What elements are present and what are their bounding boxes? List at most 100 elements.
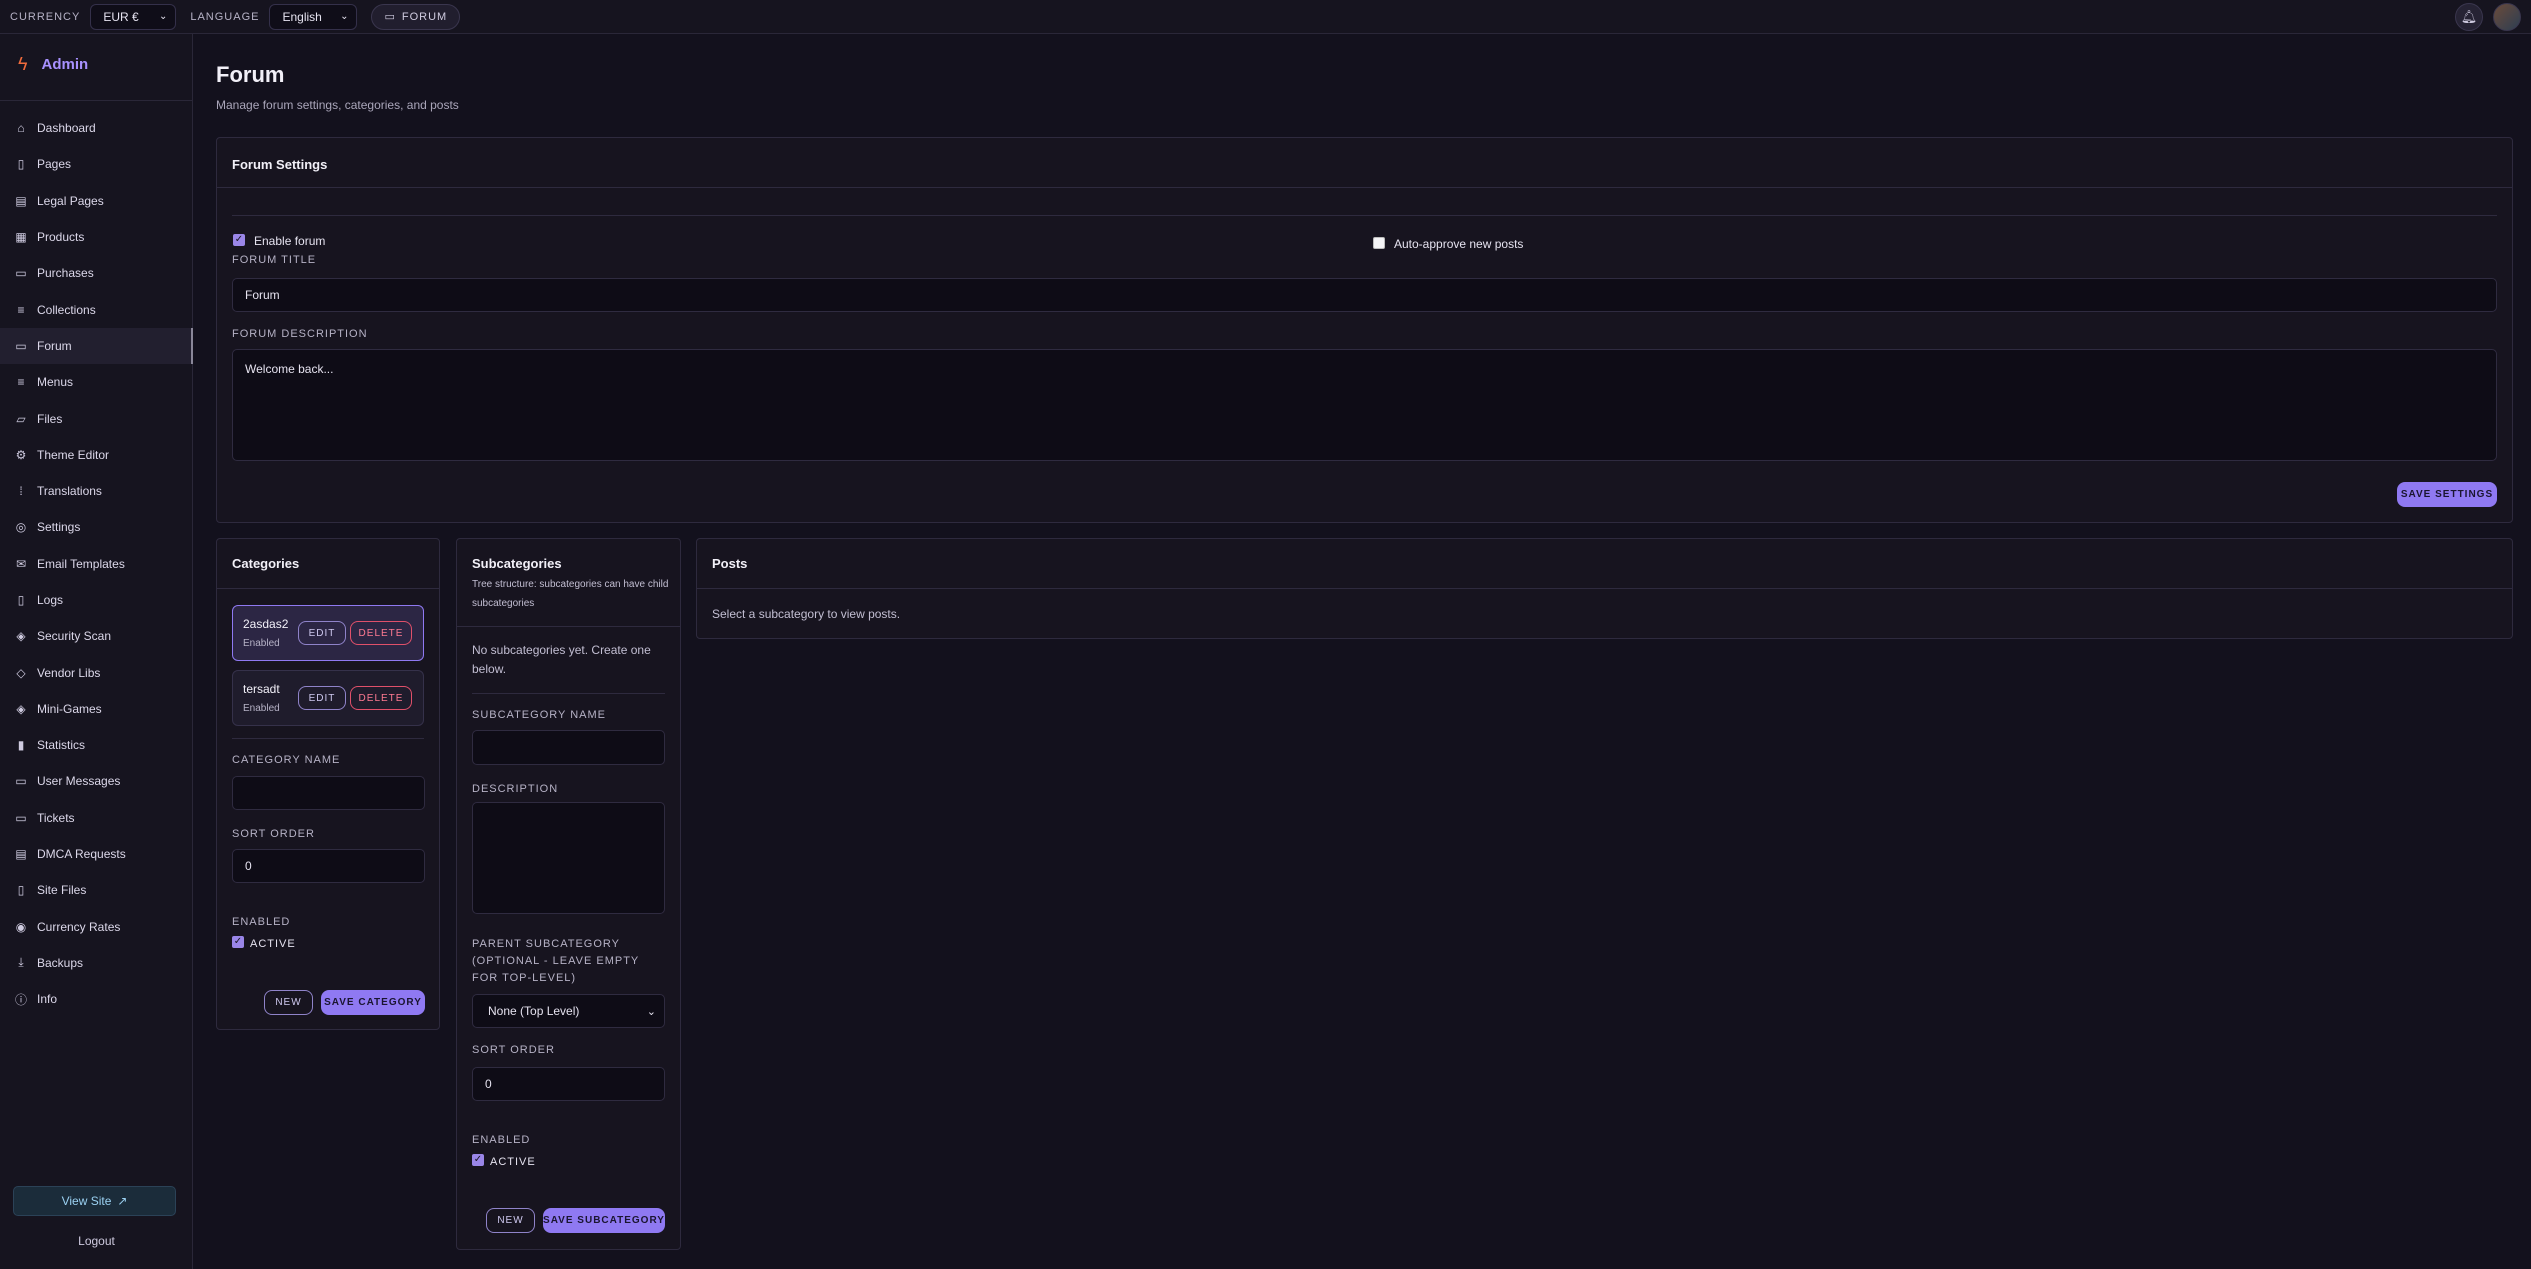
translate-icon: ⁞	[19, 484, 23, 499]
active-checkbox[interactable]: ✓	[472, 1154, 484, 1166]
sidebar-item-pages[interactable]: ▯ Pages	[0, 146, 193, 182]
brand[interactable]: ϟ Admin	[18, 54, 88, 75]
save-subcategory-button[interactable]: SAVE SUBCATEGORY	[543, 1208, 665, 1233]
sidebar-item-collections[interactable]: ≡ Collections	[0, 291, 193, 327]
active-label: ACTIVE	[490, 1156, 536, 1168]
edit-category-button[interactable]: EDIT	[298, 686, 346, 710]
empty-subcategories-text: No subcategories yet. Create one below.	[472, 643, 651, 676]
sidebar-item-label: Email Templates	[37, 556, 125, 571]
card-title: Categories	[232, 556, 300, 571]
sidebar-item-products[interactable]: ▦ Products	[0, 219, 193, 255]
sidebar-item-backups[interactable]: ⤓ Backups	[0, 945, 193, 981]
sidebar-item-tickets[interactable]: ▭ Tickets	[0, 800, 193, 836]
enable-forum-checkbox[interactable]: ✓	[233, 234, 245, 246]
new-subcategory-button[interactable]: NEW	[486, 1208, 535, 1233]
sidebar-item-label: Purchases	[37, 266, 94, 281]
card-title: Forum Settings	[232, 157, 328, 172]
sidebar-item-site-files[interactable]: ▯ Site Files	[0, 872, 193, 908]
forum-description-textarea[interactable]: Welcome back...	[232, 349, 2497, 461]
description-textarea[interactable]	[472, 802, 665, 914]
divider	[232, 215, 2497, 216]
save-settings-button[interactable]: SAVE SETTINGS	[2397, 482, 2497, 507]
sidebar-item-label: Forum	[37, 338, 72, 353]
category-name: tersadt	[243, 682, 280, 696]
save-category-button[interactable]: SAVE CATEGORY	[321, 990, 425, 1015]
sidebar-item-label: Translations	[37, 484, 102, 499]
sidebar-item-purchases[interactable]: ▭ Purchases	[0, 255, 193, 291]
category-name-input[interactable]	[232, 776, 425, 810]
sidebar-item-label: Menus	[37, 375, 74, 390]
language-select[interactable]: English ⌄	[269, 3, 358, 30]
ticket-icon: ▭	[15, 810, 27, 825]
enabled-label: ENABLED	[472, 1134, 531, 1146]
view-site-button[interactable]: View Site ↗	[13, 1186, 176, 1216]
bar-chart-icon: ▮	[17, 738, 25, 753]
sidebar-item-settings[interactable]: ◎ Settings	[0, 509, 193, 545]
currency-select[interactable]: EUR € ⌄	[90, 3, 177, 30]
document-icon: ▤	[15, 847, 27, 862]
new-category-button[interactable]: NEW	[264, 990, 313, 1015]
legal-page-icon: ▤	[15, 193, 27, 208]
log-icon: ▯	[17, 593, 25, 607]
logout-button[interactable]: Logout	[0, 1234, 193, 1248]
edit-category-button[interactable]: EDIT	[298, 621, 346, 645]
sidebar-item-label: Statistics	[37, 738, 86, 753]
category-item[interactable]: 2asdas2 Enabled EDIT DELETE	[232, 605, 424, 661]
forum-chip-button[interactable]: ▭ FORUM	[371, 3, 461, 30]
sort-order-input[interactable]: 0	[472, 1067, 665, 1101]
mail-icon: ✉	[15, 556, 27, 571]
card-header	[697, 539, 2512, 589]
sort-order-label: SORT ORDER	[472, 1044, 555, 1056]
auto-approve-checkbox[interactable]	[1373, 237, 1385, 249]
sidebar-item-statistics[interactable]: ▮ Statistics	[0, 727, 193, 763]
category-item[interactable]: tersadt Enabled EDIT DELETE	[232, 670, 424, 726]
sidebar-item-forum[interactable]: ▭ Forum	[0, 327, 193, 365]
top-bar: CURRENCY EUR € ⌄ LANGUAGE English ⌄ ▭ FO…	[0, 0, 2531, 34]
sidebar-item-label: Logs	[37, 593, 64, 607]
sidebar-item-label: Dashboard	[37, 121, 96, 136]
category-status: Enabled	[243, 703, 280, 714]
avatar[interactable]	[2493, 3, 2521, 31]
sidebar-item-label: Security Scan	[37, 629, 112, 644]
currency-label: CURRENCY	[10, 10, 81, 23]
sidebar-item-translations[interactable]: ⁞ Translations	[0, 473, 193, 509]
delete-category-button[interactable]: DELETE	[350, 621, 412, 645]
sidebar-item-dmca-requests[interactable]: ▤ DMCA Requests	[0, 836, 193, 872]
sidebar-item-security-scan[interactable]: ◈ Security Scan	[0, 618, 193, 654]
sidebar-item-email-templates[interactable]: ✉ Email Templates	[0, 546, 193, 582]
external-link-icon: ↗	[117, 1194, 128, 1208]
description-label: DESCRIPTION	[472, 783, 559, 795]
sort-order-input[interactable]: 0	[232, 849, 425, 883]
sidebar-item-dashboard[interactable]: ⌂ Dashboard	[0, 110, 193, 146]
sidebar-item-label: Settings	[37, 520, 81, 535]
sidebar-item-user-messages[interactable]: ▭ User Messages	[0, 763, 193, 799]
sidebar-item-info[interactable]: ⓘ Info	[0, 981, 193, 1017]
card-title: Subcategories	[472, 556, 562, 571]
grid-icon: ▦	[15, 230, 27, 245]
subcategory-name-input[interactable]	[472, 730, 665, 765]
sidebar-item-label: Vendor Libs	[37, 665, 101, 680]
layers-icon: ◈	[16, 701, 26, 716]
sidebar-item-vendor-libs[interactable]: ◇ Vendor Libs	[0, 654, 193, 690]
notification-button[interactable]: 🔔︎	[2455, 3, 2483, 31]
sidebar-item-logs[interactable]: ▯ Logs	[0, 582, 193, 618]
sidebar-item-legal-pages[interactable]: ▤ Legal Pages	[0, 183, 193, 219]
sidebar-item-label: Info	[37, 992, 58, 1007]
subcategories-card: Subcategories Tree structure: subcategor…	[456, 538, 681, 1250]
sidebar-item-files[interactable]: ▱ Files	[0, 400, 193, 436]
chevron-down-icon: ⌄	[158, 11, 168, 22]
list-icon: ≡	[17, 302, 25, 317]
sidebar-item-label: Currency Rates	[37, 919, 121, 934]
forum-title-input[interactable]: Forum	[232, 278, 2497, 312]
delete-category-button[interactable]: DELETE	[350, 686, 412, 710]
active-checkbox[interactable]: ✓	[232, 936, 244, 948]
subcategory-name-label: SUBCATEGORY NAME	[472, 709, 606, 721]
parent-subcategory-select[interactable]: None (Top Level) ⌄	[472, 994, 665, 1028]
sidebar-item-theme-editor[interactable]: ⚙ Theme Editor	[0, 437, 193, 473]
divider	[0, 100, 193, 101]
sidebar-item-menus[interactable]: ≡ Menus	[0, 364, 193, 400]
sidebar-item-mini-games[interactable]: ◈ Mini-Games	[0, 691, 193, 727]
divider	[472, 693, 665, 694]
sidebar-item-currency-rates[interactable]: ◉ Currency Rates	[0, 909, 193, 945]
chat-icon: ▭	[15, 338, 27, 353]
